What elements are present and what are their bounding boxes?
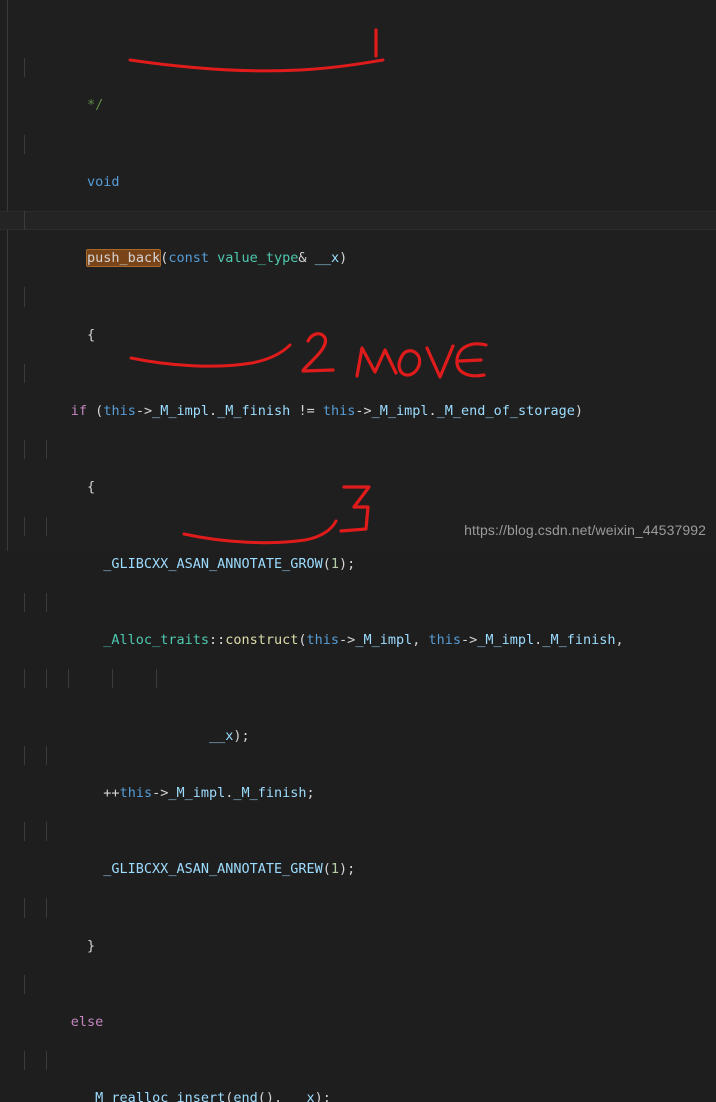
- code-line[interactable]: _GLIBCXX_ASAN_ANNOTATE_GREW(1);: [0, 822, 716, 877]
- code-editor[interactable]: */ void push_back(const value_type& __x)…: [0, 0, 716, 1102]
- token-keyword-else: else: [70, 1013, 104, 1030]
- code-line[interactable]: else: [0, 974, 716, 1030]
- code-content[interactable]: */ void push_back(const value_type& __x)…: [0, 1, 716, 1102]
- code-line[interactable]: }: [0, 898, 716, 954]
- code-line[interactable]: {: [0, 440, 716, 495]
- token-macro-annotate-grew: _GLIBCXX_ASAN_ANNOTATE_GREW: [70, 861, 323, 878]
- code-line[interactable]: */: [0, 58, 716, 113]
- token-macro-annotate-grow: _GLIBCXX_ASAN_ANNOTATE_GROW: [70, 555, 323, 572]
- token-keyword-void: void: [70, 173, 120, 190]
- token-comment-end: */: [70, 97, 104, 114]
- token-push-back-highlight[interactable]: push_back: [86, 249, 162, 268]
- code-line[interactable]: __x);: [0, 669, 716, 744]
- code-line[interactable]: _M_realloc_insert(end(), __x);: [0, 1051, 716, 1102]
- code-line[interactable]: ++this->_M_impl._M_finish;: [0, 745, 716, 801]
- watermark-url: https://blog.csdn.net/weixin_44537992: [464, 522, 706, 538]
- code-line-push-back-copy[interactable]: push_back(const value_type& __x): [0, 211, 716, 268]
- code-line[interactable]: _Alloc_traits::construct(this->_M_impl, …: [0, 592, 716, 648]
- code-line[interactable]: {: [0, 287, 716, 343]
- code-line[interactable]: void: [0, 134, 716, 190]
- code-line[interactable]: if (this->_M_impl._M_finish != this->_M_…: [0, 363, 716, 419]
